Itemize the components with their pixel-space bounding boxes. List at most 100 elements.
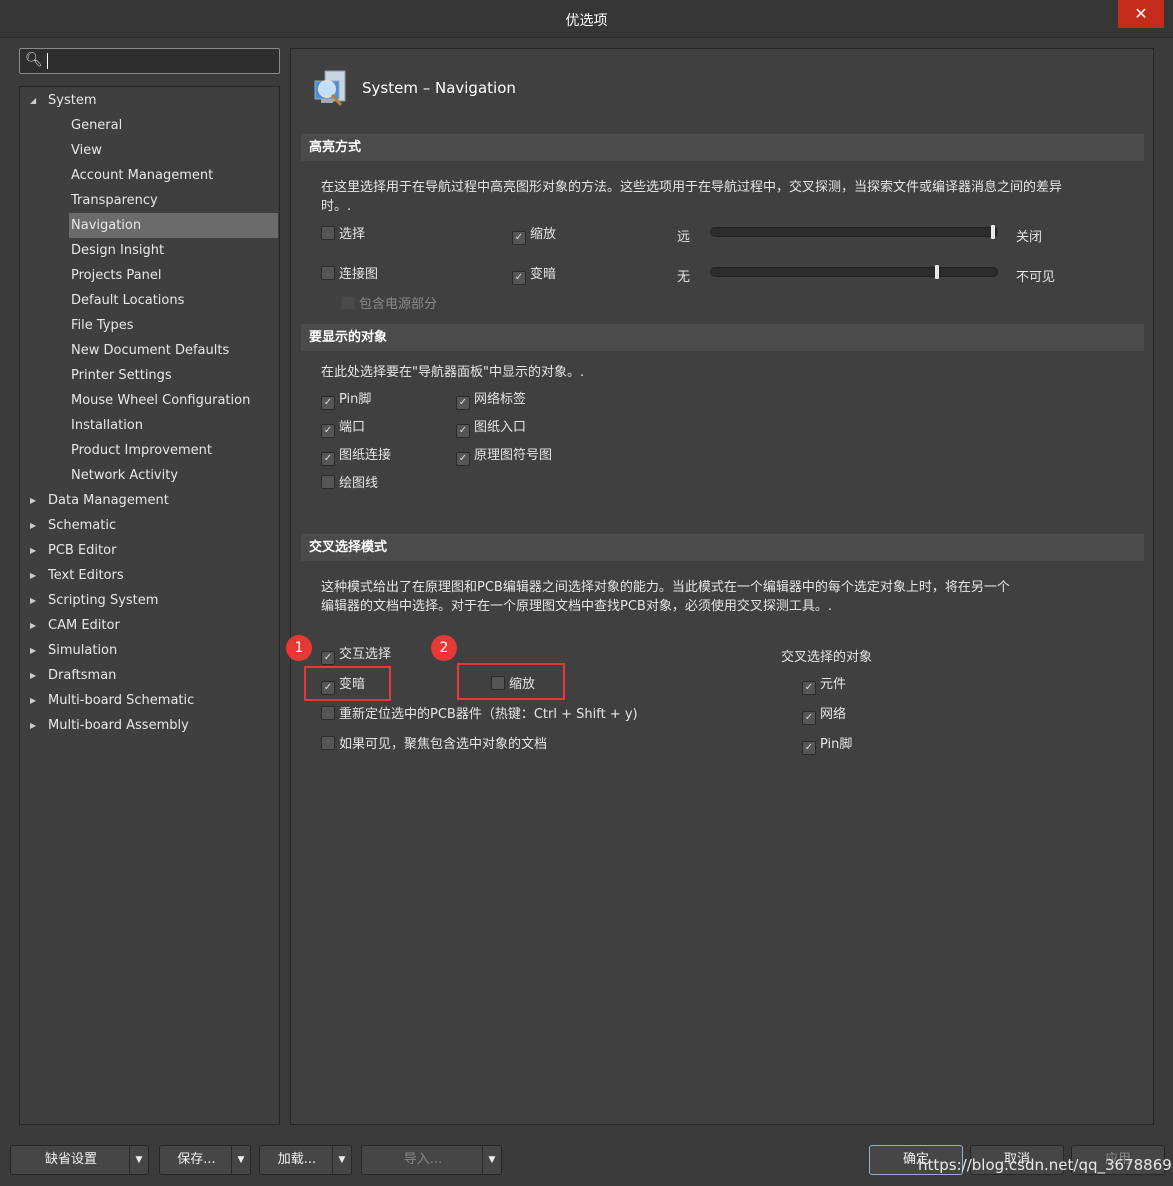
save-button[interactable]: 保存... ▼ (159, 1145, 251, 1175)
tree-item-label: Scripting System (48, 593, 159, 608)
collapsed-arrow-icon[interactable]: ▶ (30, 513, 36, 538)
check-icon: ✓ (321, 424, 335, 438)
checkbox-pin[interactable]: ✓ Pin脚 (802, 736, 852, 755)
checkbox-object[interactable]: ✓ 网络标签 (456, 391, 527, 410)
checkbox-zoom[interactable]: ✓ 缩放 (512, 226, 556, 245)
tree-item[interactable]: Navigation (69, 213, 278, 238)
tree-item[interactable]: ▶ Simulation (30, 638, 117, 663)
checkbox-unchecked (321, 736, 335, 750)
chevron-down-icon[interactable]: ▼ (332, 1146, 351, 1174)
tree-item[interactable]: File Types (69, 313, 134, 338)
tree-item[interactable]: ▶ CAM Editor (30, 613, 120, 638)
checkbox-object[interactable]: ✓ 图纸连接 (321, 447, 391, 466)
button-label: 缺省设置 (44, 1152, 97, 1167)
tree-item[interactable]: Product Improvement (69, 438, 212, 463)
checkbox-unchecked (321, 266, 335, 280)
tree-item[interactable]: ◢ System (30, 88, 96, 113)
search-input[interactable]: 🔍︎ (19, 48, 280, 74)
checkbox-component[interactable]: ✓ 元件 (802, 676, 846, 695)
checkbox-object[interactable]: ✓ 端口 (321, 419, 365, 438)
tree-item-label: Default Locations (71, 293, 185, 308)
checkbox-label: 变暗 (530, 267, 557, 282)
collapsed-arrow-icon[interactable]: ▶ (30, 638, 36, 663)
tree-item[interactable]: Account Management (69, 163, 213, 188)
tree-item[interactable]: Network Activity (69, 463, 178, 488)
tree-item-label: File Types (71, 318, 134, 333)
check-icon: ✓ (456, 424, 470, 438)
collapsed-arrow-icon[interactable]: ▶ (30, 613, 36, 638)
checkbox-object[interactable]: ✓ 图纸入口 (456, 419, 526, 438)
dim-level-slider[interactable] (710, 265, 998, 279)
tree-item-label: General (71, 118, 123, 133)
tree-item-label: Draftsman (48, 668, 117, 683)
collapsed-arrow-icon[interactable]: ▶ (30, 588, 36, 613)
checkbox-connection-graph[interactable]: 连接图 (321, 266, 378, 284)
checkbox-interactive-select[interactable]: ✓ 交互选择 (321, 646, 392, 665)
button-label: 加载... (277, 1152, 317, 1167)
zoom-precision-slider[interactable] (710, 225, 998, 239)
checkbox-object[interactable]: 绘图线 (321, 475, 378, 493)
load-button[interactable]: 加载... ▼ (259, 1145, 352, 1175)
tree-item[interactable]: General (69, 113, 122, 138)
chevron-down-icon[interactable]: ▼ (129, 1146, 148, 1174)
tree-item[interactable]: Installation (69, 413, 143, 438)
check-icon: ✓ (802, 741, 816, 755)
chevron-down-icon[interactable]: ▼ (482, 1146, 501, 1174)
tree-item[interactable]: ▶ Data Management (30, 488, 169, 513)
import-button[interactable]: 导入... ▼ (361, 1145, 502, 1175)
close-button[interactable]: ✕ (1118, 0, 1164, 28)
text-cursor (47, 53, 48, 69)
tree-item[interactable]: Projects Panel (69, 263, 161, 288)
tree-item[interactable]: ▶ PCB Editor (30, 538, 117, 563)
checkbox-reposition-pcb[interactable]: 重新定位选中的PCB器件（热键：Ctrl + Shift + y) (321, 706, 638, 724)
check-icon: ✓ (512, 231, 526, 245)
tree-item[interactable]: ▶ Scripting System (30, 588, 159, 613)
checkbox-object[interactable]: ✓ Pin脚 (321, 391, 372, 410)
checkbox-disabled (341, 296, 355, 310)
checkbox-label: 网络标签 (474, 392, 527, 407)
check-icon: ✓ (456, 452, 470, 466)
tree-item[interactable]: View (69, 138, 102, 163)
collapsed-arrow-icon[interactable]: ▶ (30, 713, 36, 738)
collapsed-arrow-icon[interactable]: ▶ (30, 663, 36, 688)
tree-item[interactable]: ▶ Multi-board Assembly (30, 713, 189, 738)
tree-item[interactable]: ▶ Schematic (30, 513, 116, 538)
objects-description: 在此处选择要在"导航器面板"中显示的对象。. (321, 365, 585, 380)
tree-item[interactable]: Printer Settings (69, 363, 172, 388)
collapsed-arrow-icon[interactable]: ▶ (30, 488, 36, 513)
tree-item[interactable]: Transparency (69, 188, 158, 213)
tree-item[interactable]: New Document Defaults (69, 338, 229, 363)
checkbox-label: Pin脚 (339, 392, 372, 407)
checkbox-object[interactable]: ✓ 原理图符号图 (456, 447, 552, 466)
section-header-objects: 要显示的对象 (301, 324, 1144, 351)
tree-item[interactable]: ▶ Draftsman (30, 663, 117, 688)
tree-item[interactable]: Default Locations (69, 288, 184, 313)
tree-item-label: PCB Editor (48, 543, 117, 558)
tree-item[interactable]: Design Insight (69, 238, 164, 263)
chevron-down-icon[interactable]: ▼ (231, 1146, 250, 1174)
defaults-button[interactable]: 缺省设置 ▼ (10, 1145, 149, 1175)
tree-item[interactable]: ▶ Text Editors (30, 563, 124, 588)
tree-item[interactable]: Mouse Wheel Configuration (69, 388, 250, 413)
checkbox-dim[interactable]: ✓ 变暗 (512, 266, 557, 285)
checkbox-label: 交互选择 (339, 647, 392, 662)
collapsed-arrow-icon[interactable]: ▶ (30, 688, 36, 713)
checkbox-focus-document[interactable]: 如果可见，聚焦包含选中对象的文档 (321, 736, 547, 754)
tree-item-label: CAM Editor (48, 618, 120, 633)
annotation-badge-1: 1 (286, 635, 312, 661)
section-header-highlight: 高亮方式 (301, 134, 1144, 161)
highlight-description: 在这里选择用于在导航过程中高亮图形对象的方法。这些选项用于在导航过程中，交叉探测… (321, 180, 1063, 195)
checkbox-label: 重新定位选中的PCB器件（热键：Ctrl + Shift + y) (339, 707, 638, 722)
collapsed-arrow-icon[interactable]: ▶ (30, 538, 36, 563)
settings-panel: System – Navigation 高亮方式 在这里选择用于在导航过程中高亮… (290, 48, 1154, 1125)
tree-item-label: View (71, 143, 102, 158)
button-label: 导入... (403, 1152, 443, 1167)
slider-thumb[interactable] (991, 225, 995, 239)
section-header-cross-select: 交叉选择模式 (301, 534, 1144, 561)
collapsed-arrow-icon[interactable]: ▶ (30, 563, 36, 588)
checkbox-net[interactable]: ✓ 网络 (802, 706, 846, 725)
expanded-arrow-icon[interactable]: ◢ (30, 88, 36, 113)
slider-thumb[interactable] (935, 265, 939, 279)
tree-item[interactable]: ▶ Multi-board Schematic (30, 688, 194, 713)
checkbox-select[interactable]: 选择 (321, 226, 365, 244)
